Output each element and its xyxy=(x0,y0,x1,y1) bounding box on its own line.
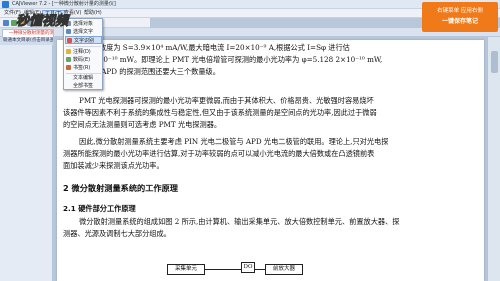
doc-line: 阴极电流灵敏度为 S=3.9×10⁴ mA/W,最大暗电流 I=20×10⁻⁹ … xyxy=(63,43,350,52)
open-icon[interactable] xyxy=(3,20,9,26)
doc-line: 因此,微分散射测量系统主要考虑 PIN 光电二极管与 APD 光电二极管的联用。… xyxy=(79,137,389,146)
document-page: 阴极电流灵敏度为 S=3.9×10⁴ mA/W,最大暗电流 I=20×10⁻⁹ … xyxy=(57,40,484,281)
scrollbar-thumb[interactable] xyxy=(491,51,498,73)
diagram-box-collector: 采集单元 xyxy=(167,264,205,275)
doc-line: 测器、光源及调制七大部分组成。 xyxy=(63,229,171,238)
doc-line: 面加装减少来探测该点光功率。 xyxy=(63,161,164,170)
sidebar: 联通本文目录(点击目录查看) xyxy=(0,37,53,281)
doc-line: 微分散射测量系统的组成如图 2 所示,由计算机、输出采集单元、放大倍数控制单元、… xyxy=(79,217,400,226)
diagram-box-preamp: 前放大器 xyxy=(265,264,303,275)
doc-line: 的空间点无法测量则可选考虑 PMT 光电探测器。 xyxy=(63,120,222,129)
figure-diagram: 采集单元 DO 前放大器 xyxy=(167,262,337,281)
video-logo: 秒懂视频 xyxy=(16,13,72,30)
menu-item-text-edit[interactable]: 文本编辑 xyxy=(65,74,102,82)
diagram-arrow xyxy=(255,269,265,270)
subsection-heading: 2.1 硬件部分工作原理 xyxy=(63,204,136,213)
diagram-arrow xyxy=(205,269,241,270)
doc-line: 该器件等因素不利于系统的集成性与稳定性,但又由于该系统测量的是空间点的光功率,因… xyxy=(63,108,377,117)
app-icon xyxy=(2,1,9,8)
diagram-box-do: DO xyxy=(241,262,255,273)
doc-line: 计 I=3.2×10⁻¹⁰ mW。即理论上 PMT 光电倍增管可探测的最小光功率… xyxy=(63,55,383,64)
doc-line: 测器所能探测的最小光功率进行估算,对于功率较弱的点可以减小光电流的最大倍数或在凸… xyxy=(63,149,375,158)
ocr-icon xyxy=(67,38,72,43)
tab-document[interactable]: 一种微分散射测量的测量仪 xyxy=(2,29,54,37)
note-icon xyxy=(66,49,71,54)
bookmark-icon xyxy=(66,65,71,70)
logo-text: 秒懂视频 xyxy=(16,13,71,29)
vertical-scrollbar[interactable] xyxy=(487,37,500,281)
window-title: CAJViewer 7.2 - [一种微分散射计量的测量仪] xyxy=(12,1,116,7)
menu-item-annotation[interactable]: 注释(D) xyxy=(65,48,102,56)
menu-item-all-bookmarks[interactable]: 全部书签 xyxy=(65,82,102,90)
menu-separator xyxy=(66,46,101,47)
promo-banner[interactable]: 右键菜单 应用右侧 一键保存笔记 xyxy=(422,2,498,32)
digital-icon xyxy=(66,57,71,62)
menu-item-ocr[interactable]: 文字识别 xyxy=(65,36,102,44)
banner-line2: 一键保存笔记 xyxy=(441,18,478,25)
menu-item-digital[interactable]: 数码(E) xyxy=(65,56,102,64)
section-heading: 2 微分散射测量系统的工作原理 xyxy=(63,183,178,193)
banner-line1: 右键菜单 应用右侧 xyxy=(437,8,483,14)
menu-item-bookmark[interactable]: 书签(R) xyxy=(65,64,102,72)
doc-line: PMT 光电探测器可探测的最小光功率更微弱,而由于其体积大、价格昂贵、光敏强时容… xyxy=(79,96,374,105)
sidebar-header[interactable]: 联通本文目录(点击目录查看) xyxy=(0,37,53,45)
